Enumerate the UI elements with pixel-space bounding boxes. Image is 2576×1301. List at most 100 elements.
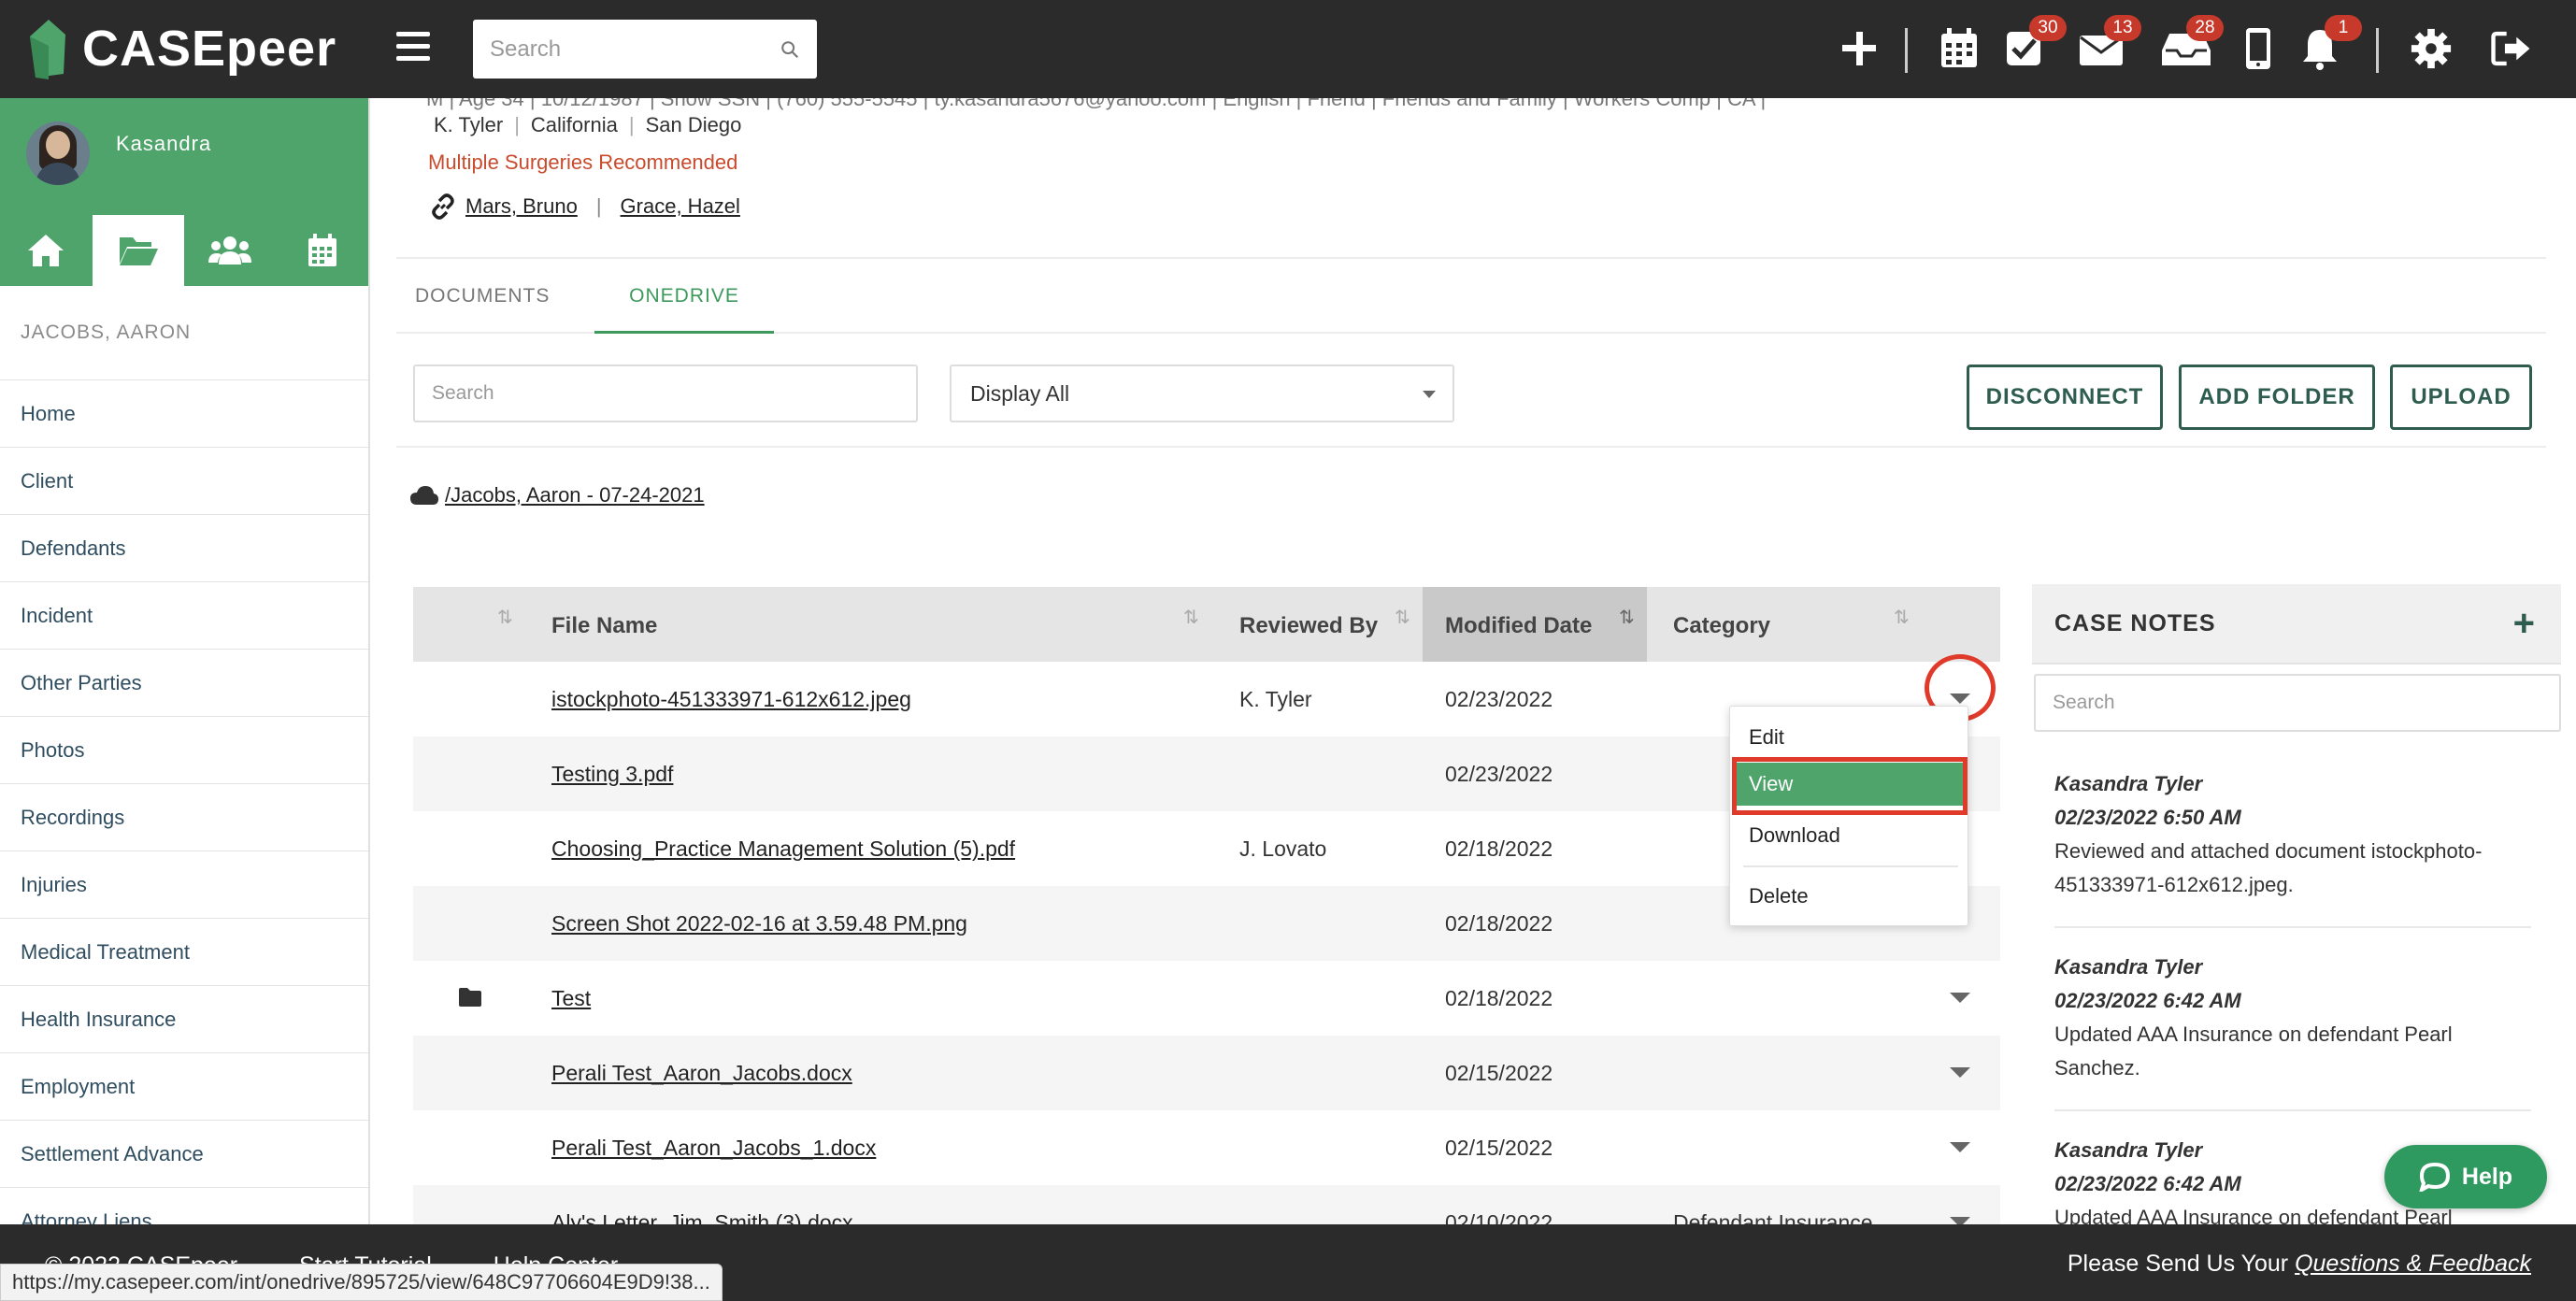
column-reviewed-by[interactable]: Reviewed By: [1239, 587, 1378, 662]
home-nav-button[interactable]: [0, 215, 93, 286]
note-divider: [2054, 926, 2531, 928]
modified-date-cell: 02/10/2022: [1445, 1210, 1553, 1224]
folder-name-link[interactable]: Test: [551, 961, 591, 1036]
sidebar-item-client[interactable]: Client: [0, 447, 368, 514]
column-category[interactable]: Category: [1673, 587, 1770, 662]
calendar-icon[interactable]: [1938, 26, 1981, 71]
table-row[interactable]: Perali Test_Aaron_Jacobs_1.docx 02/15/20…: [413, 1110, 2000, 1185]
mobile-phone-icon[interactable]: [2238, 26, 2281, 71]
inbox-button[interactable]: 28: [2160, 15, 2224, 71]
breadcrumb-path-link[interactable]: /Jacobs, Aaron - 07-24-2021: [445, 483, 705, 508]
file-name-link[interactable]: Testing 3.pdf: [551, 736, 673, 811]
file-name-link[interactable]: istockphoto-451333971-612x612.jpeg: [551, 662, 911, 736]
feedback-link[interactable]: Questions & Feedback: [2295, 1251, 2531, 1277]
sidebar-item-settlement-advance[interactable]: Settlement Advance: [0, 1120, 368, 1187]
document-tabs: DOCUMENTS ONEDRIVE: [396, 259, 2546, 334]
row-actions-caret-icon[interactable]: [1950, 1067, 1970, 1078]
add-note-icon[interactable]: +: [2513, 605, 2535, 642]
help-button[interactable]: Help: [2384, 1145, 2547, 1208]
file-name-link[interactable]: Screen Shot 2022-02-16 at 3.59.48 PM.png: [551, 886, 967, 961]
row-actions-caret-icon[interactable]: [1950, 993, 1970, 1003]
casepeer-logo[interactable]: CASEpeer: [26, 15, 336, 82]
menu-item-download[interactable]: Download: [1730, 814, 1969, 857]
folder-open-icon: [119, 237, 158, 265]
file-name-link[interactable]: Perali Test_Aaron_Jacobs.docx: [551, 1036, 852, 1110]
file-name-link[interactable]: Choosing_Practice Management Solution (5…: [551, 811, 1015, 886]
notes-search-box[interactable]: [2034, 674, 2561, 732]
search-icon[interactable]: [780, 37, 800, 62]
gear-icon[interactable]: [2410, 26, 2453, 71]
related-cases: Mars, Bruno | Grace, Hazel: [428, 192, 740, 222]
upload-button[interactable]: UPLOAD: [2390, 365, 2532, 430]
user-profile[interactable]: Kasandra: [0, 98, 368, 215]
table-row[interactable]: Perali Test_Aaron_Jacobs.docx 02/15/2022: [413, 1036, 2000, 1110]
related-case-link-2[interactable]: Grace, Hazel: [621, 194, 740, 219]
file-search-box[interactable]: [413, 365, 918, 422]
sort-icon[interactable]: ⇅: [497, 606, 513, 629]
note-author: Kasandra Tyler: [2054, 955, 2203, 979]
sort-descending-icon[interactable]: ⇅: [1619, 606, 1635, 629]
add-folder-button[interactable]: ADD FOLDER: [2179, 365, 2375, 430]
sidebar-item-defendants[interactable]: Defendants: [0, 514, 368, 581]
contacts-nav-button[interactable]: [184, 215, 277, 286]
sidebar-item-other-parties[interactable]: Other Parties: [0, 649, 368, 716]
cases-nav-button[interactable]: [92, 215, 184, 286]
reviewed-by-cell: J. Lovato: [1239, 836, 1327, 861]
sidebar-item-photos[interactable]: Photos: [0, 716, 368, 783]
logout-icon[interactable]: [2490, 26, 2533, 71]
sidebar-item-recordings[interactable]: Recordings: [0, 783, 368, 851]
notes-search-input[interactable]: [2053, 676, 2542, 730]
feedback-prefix: Please Send Us Your: [2067, 1251, 2289, 1277]
global-search[interactable]: [473, 20, 817, 79]
sidebar-item-health-insurance[interactable]: Health Insurance: [0, 985, 368, 1052]
sort-icon[interactable]: ⇅: [1395, 606, 1410, 629]
sidebar-item-home[interactable]: Home: [0, 379, 368, 447]
breadcrumb: /Jacobs, Aaron - 07-24-2021: [409, 483, 705, 508]
modified-date-cell: 02/18/2022: [1445, 911, 1553, 936]
global-search-input[interactable]: [490, 36, 780, 63]
notifications-button[interactable]: 1: [2298, 15, 2362, 71]
sidebar: Kasandra JACOBS, AARON Home Client Defen…: [0, 98, 370, 1233]
tab-onedrive[interactable]: ONEDRIVE: [594, 259, 774, 334]
calendar-nav-button[interactable]: [277, 215, 369, 286]
table-row[interactable]: Aly's Letter_Jim_Smith (3).docx 02/10/20…: [413, 1185, 2000, 1224]
disconnect-button[interactable]: DISCONNECT: [1967, 365, 2163, 430]
menu-item-delete[interactable]: Delete: [1730, 875, 1969, 918]
file-search-input[interactable]: [432, 366, 899, 421]
sidebar-item-incident[interactable]: Incident: [0, 581, 368, 649]
table-row[interactable]: Test 02/18/2022: [413, 961, 2000, 1036]
case-location-line: K. Tyler | California | San Diego: [434, 113, 742, 136]
avatar[interactable]: [26, 122, 90, 185]
column-file-name[interactable]: File Name: [551, 587, 657, 662]
sort-icon[interactable]: ⇅: [1894, 606, 1910, 629]
column-modified-date[interactable]: Modified Date: [1423, 587, 1647, 662]
menu-item-edit[interactable]: Edit: [1730, 716, 1969, 759]
divider: [396, 446, 2546, 448]
modified-date-cell: 02/23/2022: [1445, 687, 1553, 711]
toolbar-divider: [1905, 28, 1908, 73]
leaf-logo-icon: [30, 20, 65, 79]
case-note: Kasandra Tyler 02/23/2022 6:50 AM Review…: [2034, 767, 2539, 902]
row-actions-caret-icon[interactable]: [1950, 1142, 1970, 1152]
tasks-button[interactable]: 30: [2003, 15, 2067, 71]
related-case-link-1[interactable]: Mars, Bruno: [465, 194, 578, 219]
file-name-link[interactable]: Perali Test_Aaron_Jacobs_1.docx: [551, 1110, 876, 1185]
display-filter-select[interactable]: Display All: [950, 365, 1454, 422]
sidebar-item-employment[interactable]: Employment: [0, 1052, 368, 1120]
highlight-box-annotation: [1732, 757, 1968, 815]
mail-button[interactable]: 13: [2078, 15, 2141, 71]
case-note: Kasandra Tyler 02/23/2022 6:42 AM Update…: [2034, 951, 2539, 1085]
case-notes-title: CASE NOTES: [2054, 610, 2216, 636]
feedback-section: Please Send Us Your Questions & Feedback: [2068, 1251, 2531, 1278]
case-city: San Diego: [645, 113, 742, 136]
inbox-badge: 28: [2186, 15, 2224, 41]
row-actions-caret-icon[interactable]: [1950, 1217, 1970, 1224]
menu-toggle-icon[interactable]: [396, 32, 430, 64]
add-new-icon[interactable]: [1838, 26, 1881, 71]
tab-documents[interactable]: DOCUMENTS: [396, 259, 568, 334]
file-name-link[interactable]: Aly's Letter_Jim_Smith (3).docx: [551, 1185, 853, 1224]
sidebar-item-medical-treatment[interactable]: Medical Treatment: [0, 918, 368, 985]
help-label: Help: [2461, 1163, 2513, 1190]
sidebar-item-injuries[interactable]: Injuries: [0, 851, 368, 918]
sort-icon[interactable]: ⇅: [1183, 606, 1199, 629]
